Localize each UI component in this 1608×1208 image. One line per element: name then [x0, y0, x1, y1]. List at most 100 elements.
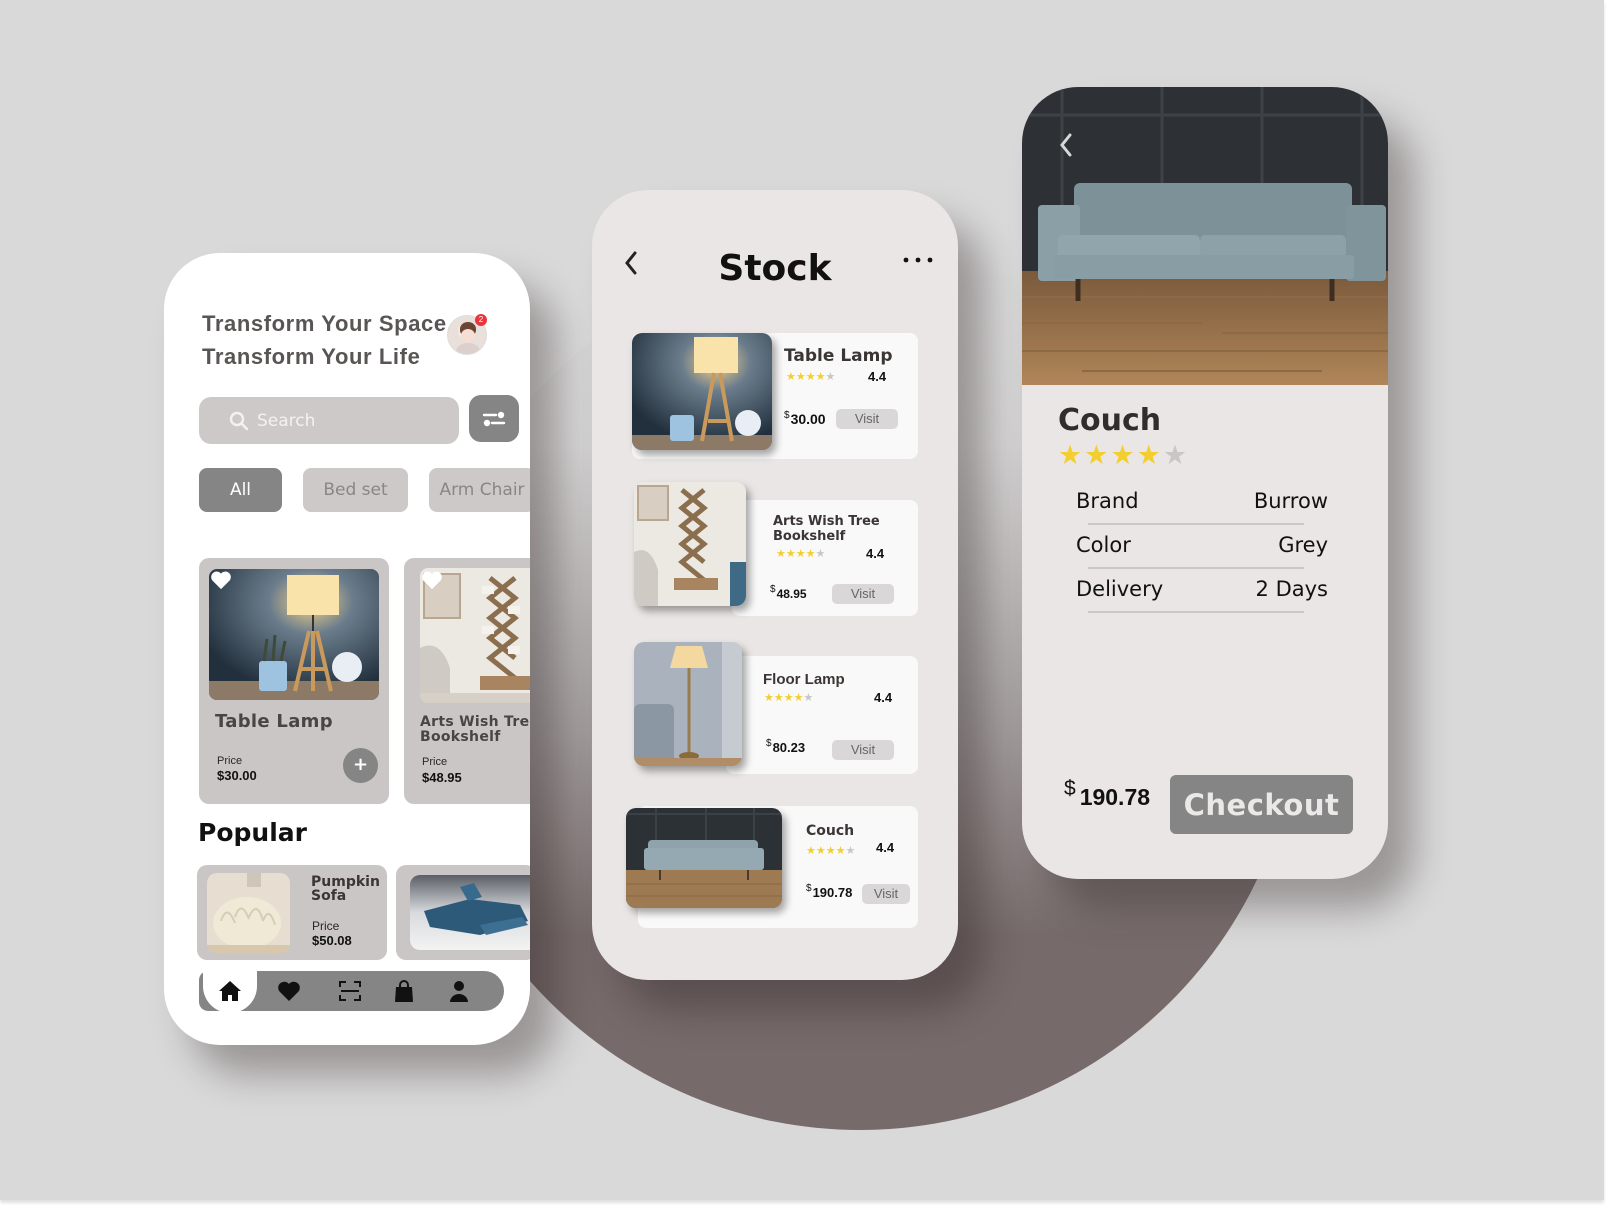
currency-symbol: $	[784, 410, 790, 421]
spec-row-brand: Brand Burrow	[1076, 481, 1328, 525]
rating-value: 4.4	[866, 546, 885, 561]
visit-button[interactable]: Visit	[832, 740, 894, 760]
spec-label: Delivery	[1076, 577, 1164, 601]
spec-value: Grey	[1278, 533, 1328, 557]
product-name: Pumpkin Sofa	[311, 874, 380, 904]
favorite-heart-icon[interactable]	[210, 570, 232, 590]
currency-symbol: $	[806, 883, 812, 894]
stock-item-name: Arts Wish Tree Bookshelf	[773, 514, 880, 544]
star-filled-icon: ★	[773, 691, 784, 704]
product-hero-image	[1022, 87, 1388, 385]
star-filled-icon: ★	[805, 370, 816, 383]
nav-home[interactable]	[217, 978, 243, 1004]
divider	[1088, 611, 1304, 613]
popular-section-title: Popular	[198, 818, 307, 847]
search-input[interactable]	[257, 410, 437, 431]
price-label: Price	[422, 756, 448, 768]
visit-button[interactable]: Visit	[862, 884, 910, 904]
avatar-face	[461, 329, 475, 342]
star-filled-icon: ★	[795, 370, 806, 383]
star-filled-icon: ★	[795, 547, 806, 560]
category-chip-arm-chair[interactable]: Arm Chair	[429, 468, 530, 512]
spec-row-color: Color Grey	[1076, 525, 1328, 569]
notification-badge: 2	[475, 314, 487, 326]
star-rating: ★ ★ ★ ★ ★	[1058, 440, 1188, 471]
home-icon	[219, 981, 241, 1001]
star-filled-icon: ★	[815, 370, 826, 383]
back-chevron-icon[interactable]	[1058, 131, 1074, 159]
stock-list-item[interactable]: Floor Lamp ★ ★ ★ ★ ★ 4.4 $80.23 Visit	[632, 642, 918, 774]
stock-item-name: Floor Lamp	[763, 671, 845, 688]
user-icon	[450, 981, 468, 1002]
home-headline: Transform Your Space, Transform Your Lif…	[202, 307, 453, 373]
headline-line-2: Transform Your Life	[202, 344, 421, 369]
product-card[interactable]: Arts Wish Tree Bookshelf Price $48.95	[404, 558, 530, 804]
product-price: $50.08	[312, 933, 352, 948]
product-price: $30.00	[217, 768, 257, 783]
add-to-cart-button[interactable]: +	[343, 748, 378, 783]
nav-scan[interactable]	[337, 978, 363, 1004]
price-value: 190.78	[812, 885, 853, 900]
search-bar[interactable]	[199, 397, 459, 444]
filter-button[interactable]	[469, 395, 519, 442]
rating-value: 4.4	[874, 690, 893, 705]
stock-item-price: $190.78	[806, 883, 852, 900]
star-filled-icon: ★	[764, 691, 774, 704]
star-rating: ★ ★ ★ ★ ★	[776, 548, 825, 559]
product-card[interactable]: Table Lamp Price $30.00 +	[199, 558, 389, 804]
star-filled-icon: ★	[1110, 440, 1135, 471]
product-image-pumpkin-sofa	[207, 873, 290, 953]
currency-symbol: $	[766, 738, 772, 749]
category-chip-bed-set[interactable]: Bed set	[303, 468, 408, 512]
avatar-body	[456, 343, 480, 354]
spec-value: 2 Days	[1255, 577, 1328, 601]
price-value: 48.95	[776, 587, 807, 601]
stock-item-image	[634, 642, 742, 766]
star-empty-icon: ★	[815, 547, 826, 560]
showcase-background: Transform Your Space, Transform Your Lif…	[0, 0, 1604, 1200]
more-options-icon[interactable]	[902, 256, 936, 264]
star-empty-icon: ★	[825, 370, 836, 383]
checkout-button[interactable]: Checkout	[1170, 775, 1353, 834]
star-empty-icon: ★	[803, 691, 814, 704]
currency-symbol: $	[1064, 777, 1076, 800]
star-filled-icon: ★	[805, 547, 816, 560]
price-value: 80.23	[772, 740, 806, 755]
bottom-navigation	[199, 963, 504, 1013]
spec-label: Brand	[1076, 489, 1139, 513]
nav-profile[interactable]	[446, 978, 472, 1004]
price-label: Price	[312, 919, 340, 933]
product-image-recliner-sofa	[410, 875, 530, 950]
star-empty-icon: ★	[1162, 440, 1188, 471]
product-title: Couch	[1058, 403, 1162, 438]
star-filled-icon: ★	[793, 691, 804, 704]
favorite-heart-icon[interactable]	[421, 570, 443, 590]
category-chip-all[interactable]: All	[199, 468, 282, 512]
popular-product-card[interactable]: Pumpkin Sofa Price $50.08	[197, 865, 387, 960]
stock-list-item[interactable]: Arts Wish Tree Bookshelf ★ ★ ★ ★ ★ 4.4 $48.9…	[632, 482, 918, 616]
bag-icon	[395, 980, 413, 1002]
star-filled-icon: ★	[835, 844, 846, 857]
stock-item-price: $80.23	[766, 738, 805, 755]
star-empty-icon: ★	[845, 844, 856, 857]
stock-item-image	[634, 482, 746, 606]
visit-button[interactable]: Visit	[832, 584, 894, 604]
star-filled-icon: ★	[825, 844, 836, 857]
stock-screen: Stock Table Lamp ★ ★ ★ ★ ★ 4.4 $30.00 Vi…	[592, 190, 958, 980]
visit-button[interactable]: Visit	[836, 409, 898, 429]
star-filled-icon: ★	[783, 691, 794, 704]
price-value: 190.78	[1079, 784, 1151, 810]
stock-item-image	[632, 333, 772, 450]
popular-product-card[interactable]	[396, 865, 530, 960]
page-title: Stock	[718, 248, 832, 289]
nav-cart[interactable]	[391, 978, 417, 1004]
nav-favorites[interactable]	[276, 978, 302, 1004]
stock-item-price: $48.95	[770, 584, 807, 601]
home-screen: Transform Your Space, Transform Your Lif…	[164, 253, 530, 1045]
stock-list-item[interactable]: Table Lamp ★ ★ ★ ★ ★ 4.4 $30.00 Visit	[632, 333, 918, 459]
spec-label: Color	[1076, 533, 1131, 557]
product-name: Arts Wish Tree Bookshelf	[420, 714, 530, 745]
scan-icon	[339, 981, 361, 1001]
stock-list-item[interactable]: Couch ★ ★ ★ ★ ★ 4.4 $190.78 Visit	[626, 806, 918, 932]
filter-sliders-icon	[482, 411, 506, 426]
